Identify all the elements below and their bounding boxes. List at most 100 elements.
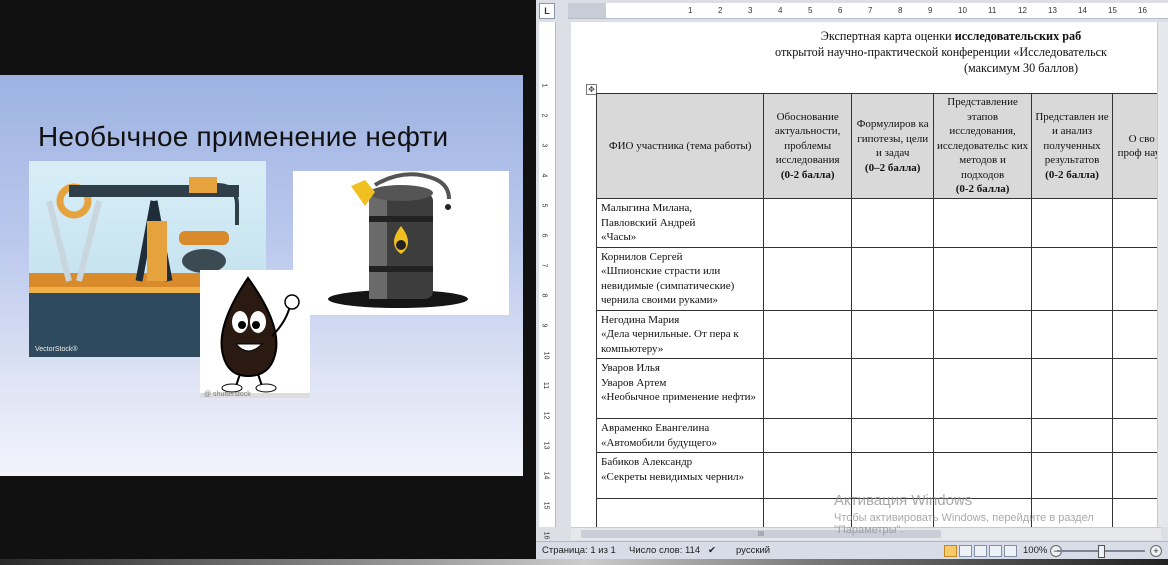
vertical-ruler-number: 2 [540,113,548,118]
spellcheck-icon[interactable]: ✔ [708,545,716,556]
score-cell[interactable] [850,358,935,419]
header-score: (0-2 балла) [780,168,835,181]
score-cell[interactable] [1030,198,1114,248]
vertical-ruler-number: 8 [540,293,548,298]
ruler-number: 2 [718,6,723,15]
participant-line: Уваров Артем [601,376,667,389]
tab-stop-selector-button[interactable]: L [539,3,555,19]
language-indicator[interactable]: русский [736,545,770,556]
header-score: (0-2 балла) [955,183,1010,196]
windows-activation-watermark: Активация Windows Чтобы активировать Win… [834,492,1094,536]
web-layout-view-button[interactable] [974,545,987,557]
vertical-ruler-number: 16 [542,531,550,540]
score-cell[interactable] [933,246,1032,311]
score-cell[interactable] [1030,246,1114,311]
outline-view-button[interactable] [989,545,1002,557]
participant-cell[interactable]: Уваров Илья Уваров Артем «Необычное примен… [595,358,765,419]
full-screen-reading-view-button[interactable] [959,545,972,557]
participant-cell[interactable] [595,498,765,527]
table-header-cell[interactable]: ФИО участника (тема работы) [595,93,765,199]
score-cell[interactable] [933,418,1032,453]
vertical-ruler-number: 10 [542,351,550,360]
score-cell[interactable] [1030,418,1114,453]
participant-line: Корнилов Сергей [601,250,683,263]
ruler-number: 3 [748,6,753,15]
ruler-number: 9 [928,6,933,15]
vertical-scrollbar[interactable] [1157,22,1168,527]
participant-cell[interactable]: Малыгина Милана, Павловский Андрей «Часы» [595,198,765,248]
participant-line: Уваров Илья [601,362,660,374]
heading-line2: открытой научно-практической конференции… [775,45,1107,59]
zoom-slider-thumb[interactable] [1098,545,1105,558]
table-header-cell[interactable]: Обоснование актуальности, проблемы иссле… [763,93,852,199]
score-cell[interactable] [933,309,1032,359]
score-cell[interactable] [763,418,852,453]
vertical-ruler-number: 13 [542,441,550,450]
ruler-number: 11 [988,6,997,15]
vertical-ruler-number: 14 [542,471,550,480]
document-page[interactable]: Экспертная карта оценки исследовательски… [571,22,1168,527]
ruler-number: 4 [778,6,783,15]
score-cell[interactable] [850,309,935,359]
activation-line1: Чтобы активировать Windows, перейдите в … [834,512,1094,524]
participant-line: «Автомобили будущего» [601,436,718,449]
participant-line: «Необычное применение нефти» [601,391,757,403]
score-cell[interactable] [933,358,1032,419]
table-header-cell[interactable]: Формулиров ка гипотезы, цели и задач (0–2… [850,93,935,199]
table-header-row: ФИО участника (тема работы) Обоснование а… [595,93,1168,199]
participant-line: Павловский Андрей [601,216,696,229]
ruler-number: 12 [1018,6,1027,15]
vectorstock-watermark: VectorStock® [35,346,78,353]
score-cell[interactable] [850,198,935,248]
ruler-number: 15 [1108,6,1117,15]
vertical-ruler-number: 15 [542,501,550,510]
vertical-ruler-number: 11 [542,381,550,390]
header-score: (0-2 балла) [1045,168,1099,181]
ruler-left-margin [568,3,606,18]
activation-title: Активация Windows [834,492,973,509]
score-cell[interactable] [763,309,852,359]
participant-cell[interactable]: Корнилов Сергей «Шпионские страсти или не… [595,246,765,311]
score-cell[interactable] [1030,309,1114,359]
table-row: Малыгина Милана, Павловский Андрей «Часы» [595,198,1168,248]
vertical-ruler-number: 3 [540,143,548,148]
vertical-ruler-number: 12 [542,411,550,420]
page-count[interactable]: Страница: 1 из 1 [542,545,616,556]
participant-line: Малыгина Милана, [601,202,693,214]
header-text: Представление этапов исследования, иссле… [936,96,1029,181]
document-heading: Экспертная карта оценки исследовательски… [571,28,1161,76]
desktop-background-strip [0,559,1168,565]
slide-viewer: Необычное применение нефти VectorStock® [0,0,536,565]
score-cell[interactable] [763,198,852,248]
status-bar: Страница: 1 из 1 Число слов: 114 ✔ русск… [536,541,1168,560]
table-header-cell[interactable]: Представление этапов исследования, иссле… [933,93,1032,199]
vertical-ruler[interactable]: 1 2 3 4 5 6 7 8 9 10 11 12 13 14 15 16 [539,22,556,539]
score-cell[interactable] [763,358,852,419]
shutterstock-watermark: @ shutterstock [204,391,251,398]
table-header-cell[interactable]: Представлен ие и анализ полученных резул… [1030,93,1114,199]
draft-view-button[interactable] [1004,545,1017,557]
horizontal-ruler[interactable]: 123456789101112131415161718 [568,3,1168,19]
evaluation-table[interactable]: ФИО участника (тема работы) Обоснование а… [595,93,1168,527]
score-cell[interactable] [763,246,852,311]
print-layout-view-button[interactable] [944,545,957,557]
participant-line: Авраменко Евангелина [601,422,710,434]
score-cell[interactable] [933,198,1032,248]
table-row: Негодина Мария «Дела чернильные. От пера … [595,309,1168,359]
vertical-ruler-number: 1 [540,83,548,88]
activation-line2: "Параметры". [834,524,904,536]
participant-cell[interactable]: Бабиков Александр «Секреты невидимых черн… [595,452,765,499]
zoom-in-button[interactable]: + [1150,545,1162,557]
slide: Необычное применение нефти VectorStock® [0,75,523,476]
ruler-number: 16 [1138,6,1147,15]
participant-line: Негодина Мария [601,313,680,326]
score-cell[interactable] [850,418,935,453]
zoom-level[interactable]: 100% [1023,545,1047,556]
participant-cell[interactable]: Негодина Мария «Дела чернильные. От пера … [595,309,765,359]
score-cell[interactable] [1030,358,1114,419]
score-cell[interactable] [850,246,935,311]
vertical-ruler-number: 6 [540,233,548,238]
heading-line1-bold: исследовательских раб [954,29,1082,43]
word-count[interactable]: Число слов: 114 [629,545,700,556]
participant-cell[interactable]: Авраменко Евангелина «Автомобили будущего… [595,418,765,453]
